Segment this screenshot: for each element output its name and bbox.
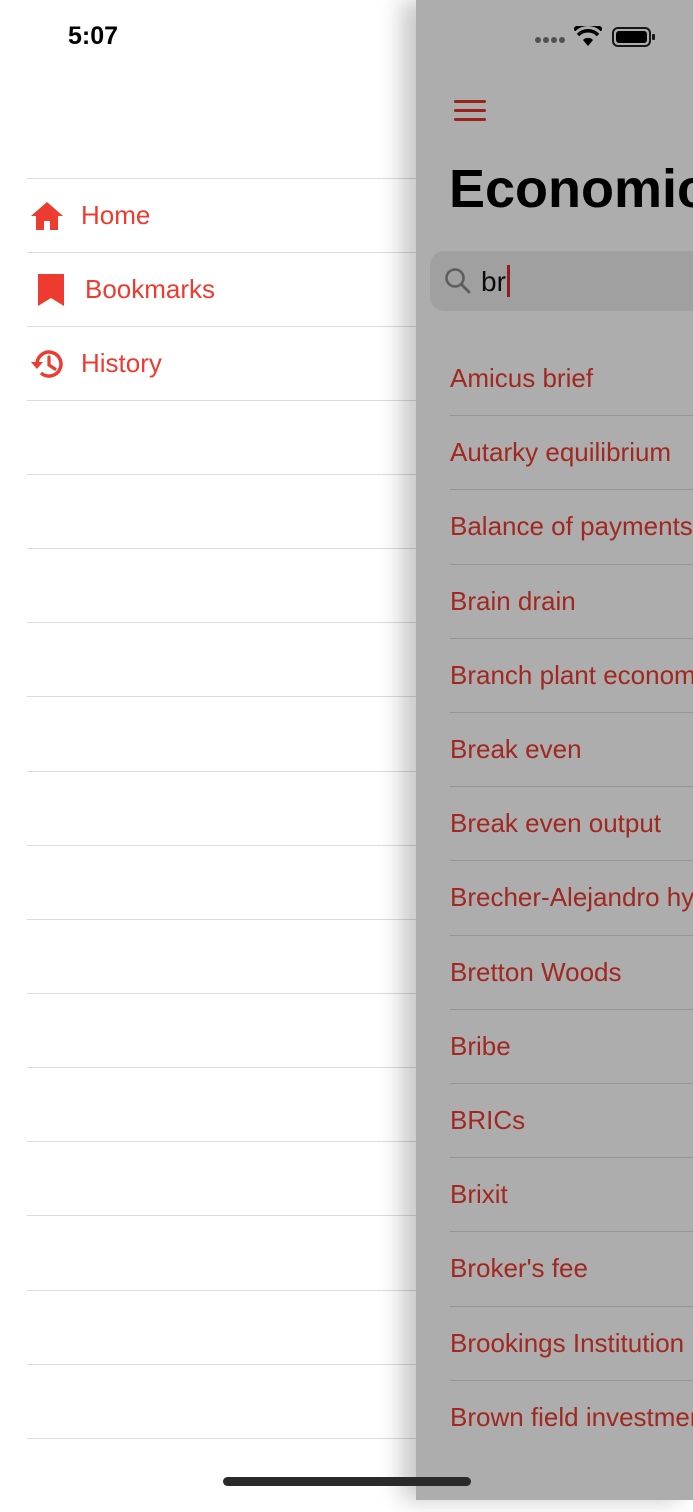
- menu-item-history[interactable]: History: [27, 326, 416, 400]
- list-item[interactable]: BRICs: [450, 1083, 693, 1157]
- list-item[interactable]: Brookings Institution: [450, 1306, 693, 1380]
- bookmark-icon: [31, 270, 71, 310]
- main-panel[interactable]: Economics br Amicus brief Autarky equili…: [416, 0, 693, 1500]
- menu-divider: [27, 845, 416, 919]
- menu-divider: [27, 696, 416, 770]
- menu-divider: [27, 548, 416, 622]
- menu-divider: [27, 1364, 416, 1438]
- list-item[interactable]: Brixit: [450, 1157, 693, 1231]
- menu-divider: [27, 771, 416, 845]
- menu-divider: [27, 919, 416, 993]
- list-item[interactable]: Break even output: [450, 786, 693, 860]
- home-icon: [27, 196, 67, 236]
- menu-divider: [27, 474, 416, 548]
- menu-divider: [27, 993, 416, 1067]
- list-item[interactable]: Brown field investment: [450, 1380, 693, 1454]
- list-item[interactable]: Bribe: [450, 1009, 693, 1083]
- home-indicator[interactable]: [223, 1477, 471, 1486]
- menu-item-label: History: [81, 348, 162, 378]
- menu-divider: [27, 1215, 416, 1289]
- wifi-icon: [572, 22, 604, 53]
- side-menu: Home Bookmarks History: [0, 0, 416, 1500]
- list-item[interactable]: Branch plant economy: [450, 638, 693, 712]
- status-icons: [534, 22, 656, 53]
- menu-item-home[interactable]: Home: [27, 178, 416, 252]
- list-item[interactable]: Autarky equilibrium: [450, 415, 693, 489]
- menu-divider: [27, 1438, 416, 1512]
- menu-divider: [27, 1141, 416, 1215]
- list-item[interactable]: Brecher-Alejandro hypothesis: [450, 860, 693, 934]
- page-title: Economics: [449, 159, 693, 219]
- list-item[interactable]: Break even: [450, 712, 693, 786]
- search-field[interactable]: br: [430, 251, 693, 311]
- signal-icon: [534, 31, 566, 49]
- search-input[interactable]: br: [481, 265, 510, 298]
- menu-item-label: Home: [81, 200, 151, 230]
- text-cursor: [506, 265, 510, 297]
- hamburger-menu-icon[interactable]: [454, 100, 486, 122]
- list-item[interactable]: Balance of payments: [450, 489, 693, 563]
- menu-divider: [27, 622, 416, 696]
- list-item[interactable]: Amicus brief: [450, 341, 693, 415]
- list-item[interactable]: Brain drain: [450, 564, 693, 638]
- menu-divider: [27, 1290, 416, 1364]
- list-item[interactable]: Broker's fee: [450, 1231, 693, 1305]
- list-item[interactable]: Bretton Woods: [450, 935, 693, 1009]
- menu-item-bookmarks[interactable]: Bookmarks: [27, 252, 416, 326]
- menu-item-label: Bookmarks: [85, 274, 216, 304]
- search-icon: [444, 267, 472, 300]
- battery-icon: [612, 26, 656, 53]
- history-icon: [27, 344, 67, 384]
- menu-divider: [27, 400, 416, 474]
- menu-divider: [27, 1067, 416, 1141]
